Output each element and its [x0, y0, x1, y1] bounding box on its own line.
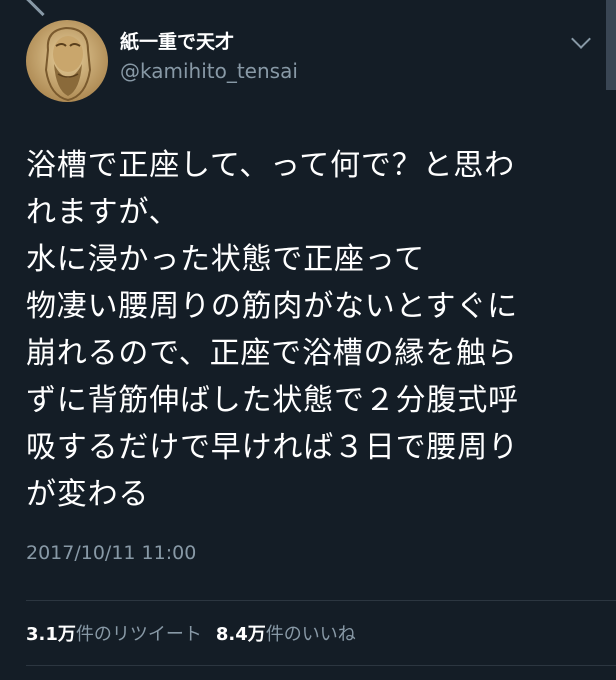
tweet-text-line: 物凄い腰周りの筋肉がないとすぐに: [26, 289, 518, 324]
user-info[interactable]: 紙一重で天才 @kamihito_tensai: [120, 30, 574, 84]
chevron-down-icon[interactable]: [571, 29, 591, 49]
scrollbar[interactable]: [606, 0, 616, 90]
like-count[interactable]: 8.4万: [216, 624, 266, 645]
tweet-text-line: 崩れるので、正座で浴槽の縁を触ら: [26, 336, 518, 371]
avatar[interactable]: [26, 20, 108, 102]
display-name[interactable]: 紙一重で天才: [120, 30, 574, 54]
retweet-label[interactable]: 件のリツイート: [76, 624, 202, 645]
engagement-stats: 3.1万件のリツイート 8.4万件のいいね: [26, 620, 356, 646]
tweet-text-line: 水に浸かった状態で正座って: [26, 242, 425, 277]
tweet-text-line: 浴槽で正座して、って何で？と思わ: [26, 148, 515, 183]
divider: [26, 600, 616, 601]
tweet-text-line: 吸するだけで早ければ３日で腰周り: [26, 430, 519, 465]
tweet-text-line: ずに背筋伸ばした状態で２分腹式呼: [26, 383, 519, 418]
divider: [26, 665, 616, 666]
like-label[interactable]: 件のいいね: [266, 624, 356, 645]
tweet-detail: 紙一重で天才 @kamihito_tensai 浴槽で正座して、って何で？と思わ…: [26, 20, 598, 564]
retweet-count[interactable]: 3.1万: [26, 624, 76, 645]
tweet-header: 紙一重で天才 @kamihito_tensai: [26, 20, 598, 102]
tweet-text: 浴槽で正座して、って何で？と思わ れますが、 水に浸かった状態で正座って 物凄い…: [26, 142, 598, 518]
user-handle[interactable]: @kamihito_tensai: [120, 58, 574, 84]
tweet-text-line: が変わる: [26, 477, 150, 512]
tweet-timestamp[interactable]: 2017/10/11 11:00: [26, 542, 598, 564]
tweet-text-line: れますが、: [26, 195, 180, 230]
back-chevron-icon[interactable]: [24, 0, 61, 17]
